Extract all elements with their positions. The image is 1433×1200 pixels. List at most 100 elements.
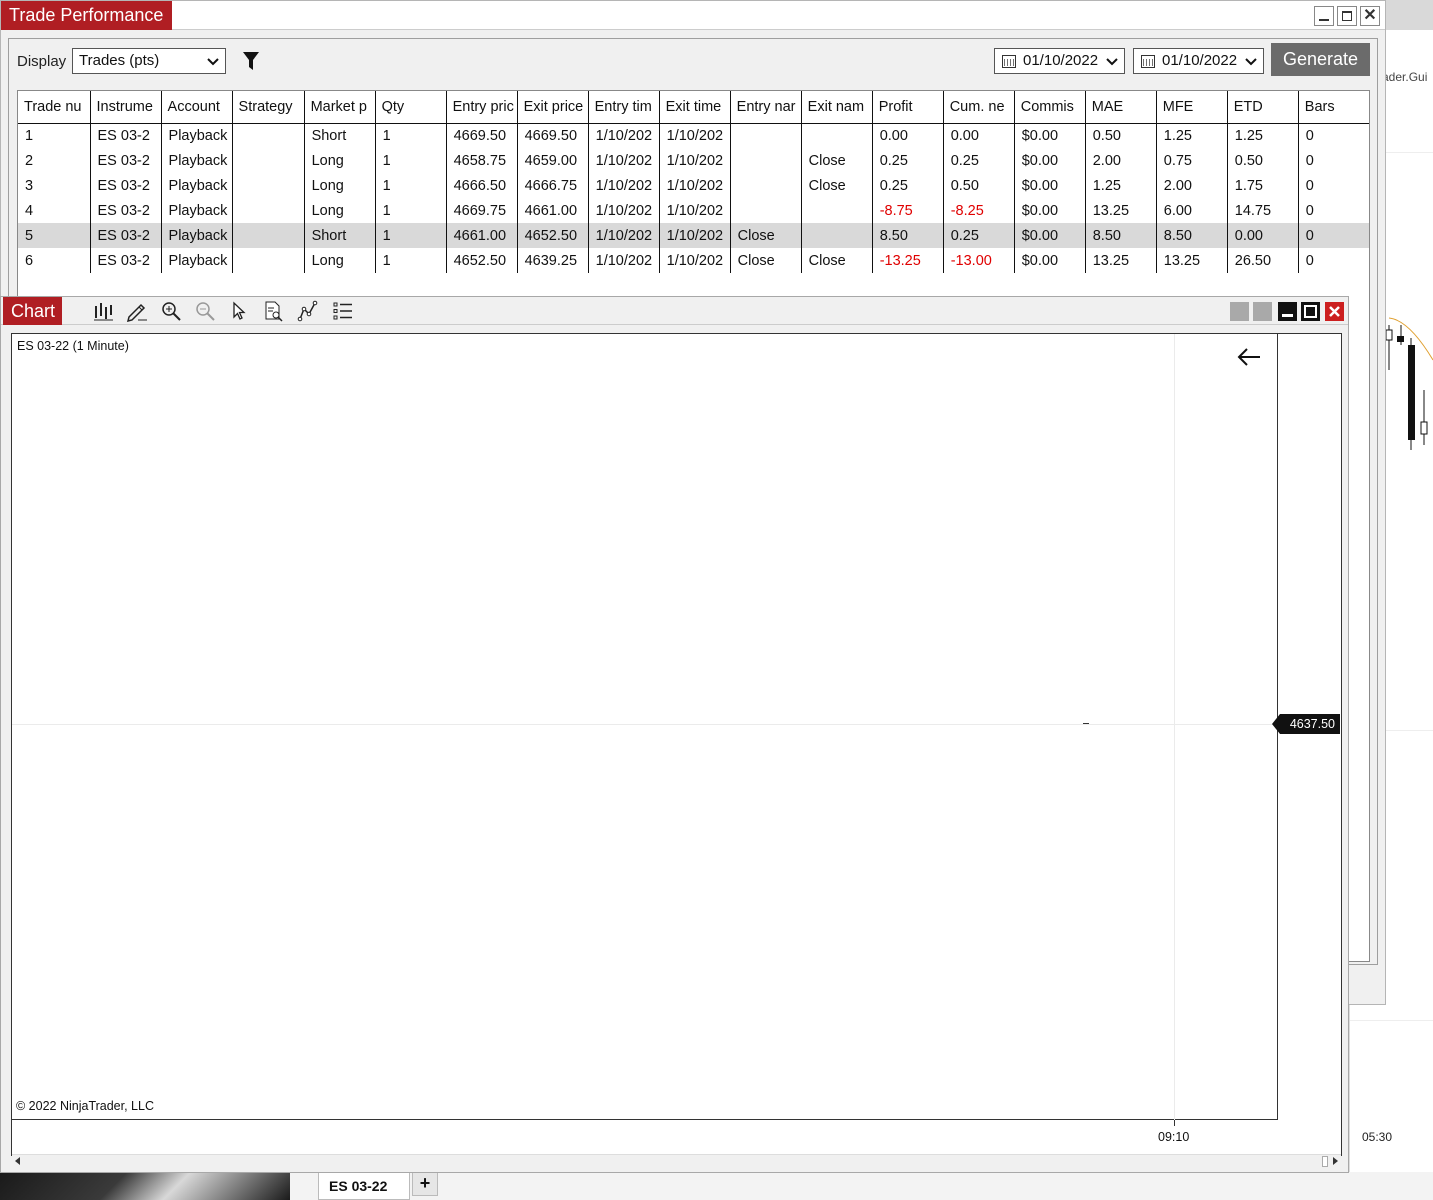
table-row[interactable]: 4 ES 03-2 Playback Long 1 4669.75 4661.00 1/10/… bbox=[18, 198, 1369, 223]
tile-right-icon[interactable] bbox=[1253, 302, 1272, 321]
column-header[interactable]: Exit time bbox=[659, 91, 731, 124]
maximize-icon[interactable] bbox=[1301, 302, 1320, 321]
table-cell: 0.50 bbox=[1085, 123, 1157, 148]
column-header[interactable]: Entry tim bbox=[588, 91, 660, 124]
table-row[interactable]: 1 ES 03-2 Playback Short 1 4669.50 4669.50 1/10… bbox=[18, 123, 1369, 148]
table-cell: 1/10/202 bbox=[588, 173, 660, 198]
pointer-icon[interactable] bbox=[228, 300, 250, 322]
table-cell: Playback bbox=[161, 198, 233, 223]
column-header[interactable]: Trade nu bbox=[18, 91, 91, 124]
maximize-icon[interactable] bbox=[1337, 6, 1357, 26]
table-cell: 0.75 bbox=[1156, 148, 1228, 173]
instrument-tab[interactable]: ES 03-22 bbox=[318, 1172, 410, 1200]
chevron-down-icon bbox=[1106, 58, 1118, 66]
price-panel[interactable]: ES 03-22 (1 Minute) © 2022 NinjaTrader, … bbox=[12, 334, 1278, 1120]
table-cell: 0.25 bbox=[943, 148, 1015, 173]
column-header[interactable]: ETD bbox=[1227, 91, 1299, 124]
column-header[interactable]: Qty bbox=[375, 91, 447, 124]
date-to-picker[interactable]: 01/10/2022 bbox=[1133, 48, 1264, 74]
column-header[interactable]: Account bbox=[161, 91, 233, 124]
table-cell: 13.25 bbox=[1085, 248, 1157, 273]
table-cell bbox=[801, 123, 873, 148]
date-from-value: 01/10/2022 bbox=[1023, 52, 1099, 69]
close-icon[interactable] bbox=[1325, 302, 1344, 321]
table-header-row: Trade nu Instrume Account Strategy Market pQ… bbox=[18, 91, 1369, 124]
chart-titlebar[interactable]: Chart bbox=[1, 297, 1348, 325]
chevron-down-icon bbox=[207, 58, 219, 66]
zoom-in-icon[interactable] bbox=[160, 300, 182, 322]
table-row[interactable]: 6 ES 03-2 Playback Long 1 4652.50 4639.25 1/10/… bbox=[18, 248, 1369, 273]
column-header[interactable]: Bars bbox=[1298, 91, 1369, 124]
trades-table: Trade nu Instrume Account Strategy Market pQ… bbox=[18, 91, 1369, 273]
column-header[interactable]: MAE bbox=[1085, 91, 1157, 124]
trade-performance-titlebar[interactable]: Trade Performance ✕ bbox=[1, 1, 1385, 30]
table-cell: 0 bbox=[1298, 248, 1369, 273]
properties-icon[interactable] bbox=[262, 300, 284, 322]
table-cell: Long bbox=[304, 248, 376, 273]
table-row[interactable]: 5 ES 03-2 Playback Short 1 4661.00 4652.50 1/10… bbox=[18, 223, 1369, 248]
table-cell: 1 bbox=[375, 223, 447, 248]
table-cell: 4661.00 bbox=[446, 223, 518, 248]
table-cell: 5 bbox=[18, 223, 91, 248]
scroll-left-icon[interactable] bbox=[15, 1157, 20, 1165]
minimize-icon[interactable] bbox=[1278, 302, 1297, 321]
tile-left-icon[interactable] bbox=[1230, 302, 1249, 321]
strategy-icon[interactable] bbox=[297, 300, 319, 322]
close-icon[interactable]: ✕ bbox=[1360, 6, 1380, 26]
generate-button[interactable]: Generate bbox=[1271, 43, 1370, 76]
table-cell: 4 bbox=[18, 198, 91, 223]
horizontal-scrollbar[interactable] bbox=[12, 1154, 1341, 1168]
table-cell: 8.50 bbox=[1085, 223, 1157, 248]
price-marker bbox=[1083, 723, 1089, 724]
table-cell: 1 bbox=[375, 248, 447, 273]
table-row[interactable]: 2 ES 03-2 Playback Long 1 4658.75 4659.00 1/10/… bbox=[18, 148, 1369, 173]
table-cell: 1/10/202 bbox=[659, 173, 731, 198]
table-cell: Close bbox=[801, 148, 873, 173]
filter-icon[interactable] bbox=[243, 51, 259, 71]
table-cell: 4666.50 bbox=[446, 173, 518, 198]
add-tab-button[interactable]: + bbox=[412, 1172, 438, 1196]
table-cell: 1/10/202 bbox=[659, 148, 731, 173]
column-header[interactable]: MFE bbox=[1156, 91, 1228, 124]
date-from-picker[interactable]: 01/10/2022 bbox=[994, 48, 1125, 74]
column-header[interactable]: Market p bbox=[304, 91, 376, 124]
table-cell: ES 03-2 bbox=[90, 123, 162, 148]
zoom-out-icon[interactable] bbox=[194, 300, 216, 322]
table-cell: Short bbox=[304, 123, 376, 148]
table-cell: 0.25 bbox=[872, 173, 944, 198]
column-header[interactable]: Exit price bbox=[517, 91, 589, 124]
table-cell bbox=[801, 198, 873, 223]
table-cell bbox=[730, 173, 802, 198]
column-header[interactable]: Entry nar bbox=[730, 91, 802, 124]
table-cell: 1/10/202 bbox=[588, 223, 660, 248]
table-cell: 4659.00 bbox=[517, 148, 589, 173]
display-select[interactable]: Trades (pts) bbox=[72, 48, 226, 74]
column-header[interactable]: Exit nam bbox=[801, 91, 873, 124]
column-header[interactable]: Profit bbox=[872, 91, 944, 124]
chart-panel[interactable]: ES 03-22 (1 Minute) © 2022 NinjaTrader, … bbox=[11, 333, 1342, 1168]
bar-type-icon[interactable] bbox=[92, 300, 114, 322]
column-header[interactable]: Instrume bbox=[90, 91, 162, 124]
column-header[interactable]: Entry pric bbox=[446, 91, 518, 124]
table-cell: Close bbox=[801, 248, 873, 273]
table-cell: 0.00 bbox=[1227, 223, 1299, 248]
table-cell: 4652.50 bbox=[446, 248, 518, 273]
table-cell: 14.75 bbox=[1227, 198, 1299, 223]
list-icon[interactable] bbox=[332, 300, 354, 322]
column-header[interactable]: Strategy bbox=[232, 91, 305, 124]
table-cell bbox=[232, 123, 305, 148]
table-cell: 13.25 bbox=[1156, 248, 1228, 273]
column-header[interactable]: Commis bbox=[1014, 91, 1086, 124]
table-row[interactable]: 3 ES 03-2 Playback Long 1 4666.50 4666.75 1/10/… bbox=[18, 173, 1369, 198]
time-tick bbox=[1174, 1120, 1175, 1126]
back-arrow-icon[interactable] bbox=[1236, 346, 1262, 368]
table-cell: 1/10/202 bbox=[659, 123, 731, 148]
minimize-icon[interactable] bbox=[1314, 6, 1334, 26]
scroll-right-icon[interactable] bbox=[1333, 1157, 1338, 1165]
background-title-strip bbox=[1386, 0, 1433, 30]
table-cell: 1 bbox=[375, 198, 447, 223]
column-header[interactable]: Cum. ne bbox=[943, 91, 1015, 124]
table-cell: 0.25 bbox=[943, 223, 1015, 248]
drawing-pencil-icon[interactable] bbox=[126, 300, 148, 322]
scrollbar-thumb[interactable] bbox=[1322, 1156, 1328, 1167]
